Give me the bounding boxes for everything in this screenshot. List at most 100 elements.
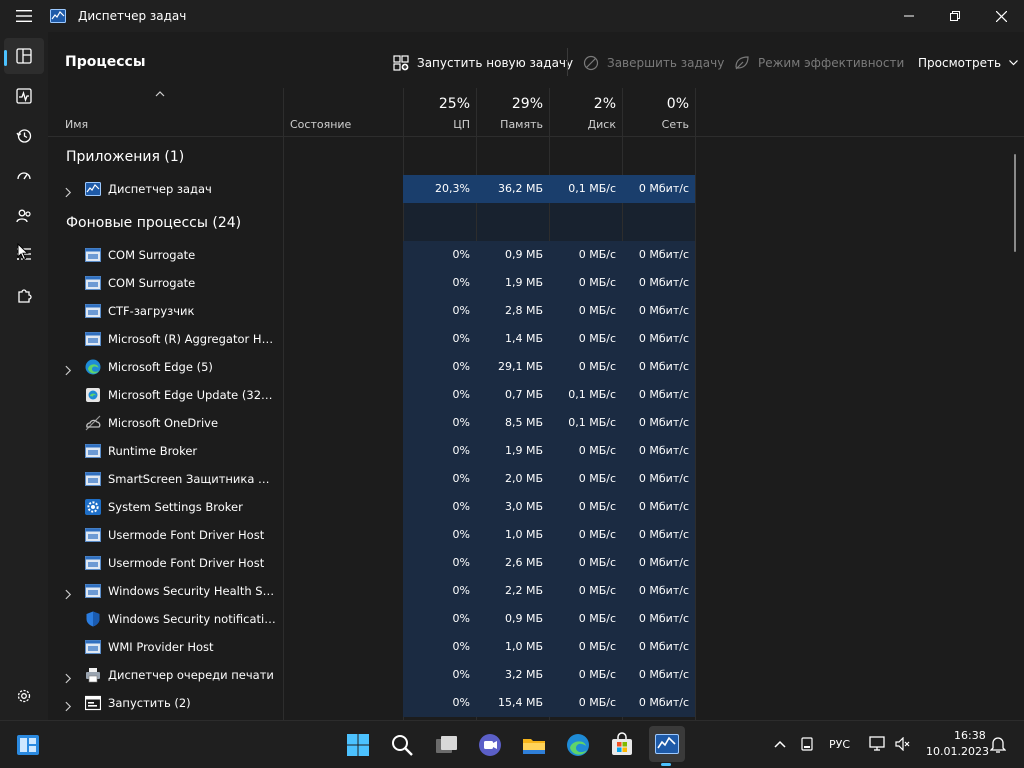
services-puzzle-icon bbox=[18, 289, 32, 303]
run-new-task-button[interactable]: Запустить новую задачу bbox=[393, 52, 573, 74]
clock-date[interactable]: 10.01.2023 bbox=[926, 745, 989, 758]
file-explorer-icon[interactable] bbox=[521, 732, 547, 758]
process-row[interactable]: Microsoft Edge (5) 0% 29,1 МБ 0 МБ/с 0 Мбит/… bbox=[48, 353, 1024, 381]
view-menu-button[interactable]: Просмотреть bbox=[918, 52, 1018, 74]
chevron-up-icon[interactable] bbox=[774, 740, 786, 748]
process-row[interactable]: System Settings Broker 0% 3,0 МБ 0 МБ/с 0 Мб… bbox=[48, 493, 1024, 521]
network-icon[interactable] bbox=[869, 736, 887, 752]
nav-settings[interactable] bbox=[4, 678, 44, 714]
process-row[interactable]: WMI Provider Host 0% 1,0 МБ 0 МБ/с 0 Мбит/с bbox=[48, 633, 1024, 661]
widgets-icon[interactable] bbox=[15, 732, 41, 758]
memory-cell: 2,8 МБ bbox=[476, 297, 549, 325]
header-disk[interactable]: 2% Диск bbox=[549, 88, 622, 136]
efficiency-mode-button[interactable]: Режим эффективности bbox=[734, 52, 904, 74]
network-cell: 0 Мбит/с bbox=[622, 689, 695, 717]
vertical-scrollbar[interactable] bbox=[1014, 154, 1016, 252]
nav-startup[interactable] bbox=[4, 158, 44, 194]
memory-cell: 1,0 МБ bbox=[476, 521, 549, 549]
memory-cell: 2,6 МБ bbox=[476, 549, 549, 577]
process-row[interactable]: Windows Security Health Servi... 0%2,2 МБ… bbox=[48, 577, 1024, 605]
nav-app-history[interactable] bbox=[4, 118, 44, 154]
taskbar-task-manager-button[interactable] bbox=[649, 726, 685, 762]
task-view-icon[interactable] bbox=[433, 732, 459, 758]
disk-cell: 0 МБ/с bbox=[549, 353, 622, 381]
minimize-button[interactable] bbox=[886, 0, 932, 32]
process-row[interactable]: Microsoft OneDrive 0% 8,5 МБ 0,1 МБ/с 0 Мбит… bbox=[48, 409, 1024, 437]
input-language[interactable]: РУС bbox=[829, 738, 850, 751]
notification-bell-icon[interactable] bbox=[990, 735, 1006, 753]
process-row[interactable]: COM Surrogate 0% 1,9 МБ 0 МБ/с 0 Мбит/с bbox=[48, 269, 1024, 297]
nav-processes[interactable] bbox=[4, 38, 44, 74]
expand-chevron-icon[interactable] bbox=[65, 585, 72, 604]
volume-muted-icon[interactable] bbox=[895, 737, 911, 751]
store-icon[interactable] bbox=[609, 732, 635, 758]
process-name: Запустить (2) bbox=[108, 696, 191, 710]
header-memory[interactable]: 29% Память bbox=[476, 88, 549, 136]
memory-cell: 29,1 МБ bbox=[476, 353, 549, 381]
process-row[interactable]: Windows Security notification... 0% 0,9 МБ… bbox=[48, 605, 1024, 633]
removable-drive-icon[interactable] bbox=[801, 737, 813, 751]
run-dialog-icon bbox=[84, 695, 102, 711]
start-windows-icon[interactable] bbox=[345, 732, 371, 758]
cpu-cell: 20,3% bbox=[403, 175, 476, 203]
process-row[interactable]: Runtime Broker 0% 1,9 МБ 0 МБ/с 0 Мбит/с bbox=[48, 437, 1024, 465]
window-app-icon bbox=[85, 471, 101, 487]
process-row[interactable]: Запустить (2) 0% 15,4 МБ 0 МБ/с 0 Мбит/с bbox=[48, 689, 1024, 717]
cpu-cell: 0% bbox=[403, 689, 476, 717]
group-title-background: Фоновые процессы (24) bbox=[66, 215, 242, 231]
header-network[interactable]: 0% Сеть bbox=[622, 88, 695, 136]
sort-up-icon bbox=[155, 91, 165, 97]
cpu-cell: 0% bbox=[403, 577, 476, 605]
search-icon[interactable] bbox=[389, 732, 415, 758]
process-row[interactable]: SmartScreen Защитника Win... 0% 2,0 МБ 0 МБ… bbox=[48, 465, 1024, 493]
process-row[interactable]: Microsoft Edge Update (32 би... 0% 0,7 МБ 0… bbox=[48, 381, 1024, 409]
process-row[interactable]: COM Surrogate 0% 0,9 МБ 0 МБ/с 0 Мбит/с bbox=[48, 241, 1024, 269]
cpu-cell: 0% bbox=[403, 493, 476, 521]
cpu-cell: 0% bbox=[403, 605, 476, 633]
process-row[interactable]: Usermode Font Driver Host 0% 1,0 МБ 0 МБ/с 0… bbox=[48, 521, 1024, 549]
network-cell: 0 Мбит/с bbox=[622, 549, 695, 577]
process-name: COM Surrogate bbox=[108, 248, 196, 262]
expand-chevron-icon[interactable] bbox=[65, 697, 72, 716]
process-row[interactable]: Диспетчер задач 20,3% 36,2 МБ 0,1 МБ/с 0 Мби… bbox=[48, 175, 1024, 203]
expand-chevron-icon[interactable] bbox=[65, 669, 72, 688]
end-task-button[interactable]: Завершить задачу bbox=[583, 52, 724, 74]
process-row[interactable]: Диспетчер очереди печати 0% 3,2 МБ 0 МБ/с 0 … bbox=[48, 661, 1024, 689]
disk-cell: 0 МБ/с bbox=[549, 521, 622, 549]
chat-icon[interactable] bbox=[477, 732, 503, 758]
edge-icon bbox=[85, 359, 101, 375]
window-app-icon bbox=[85, 583, 101, 599]
performance-chart-icon bbox=[16, 88, 32, 104]
memory-cell: 0,9 МБ bbox=[476, 605, 549, 633]
process-row[interactable]: CTF-загрузчик 0% 2,8 МБ 0 МБ/с 0 Мбит/с bbox=[48, 297, 1024, 325]
group-title-apps: Приложения (1) bbox=[66, 149, 185, 165]
shield-icon bbox=[85, 611, 101, 627]
speedometer-icon bbox=[17, 172, 31, 180]
process-name: Runtime Broker bbox=[108, 444, 198, 458]
edge-icon[interactable] bbox=[565, 732, 591, 758]
hamburger-menu-icon[interactable] bbox=[0, 0, 48, 32]
header-cpu[interactable]: 25% ЦП bbox=[403, 88, 476, 136]
nav-services[interactable] bbox=[4, 278, 44, 314]
expand-chevron-icon[interactable] bbox=[65, 361, 72, 380]
memory-cell: 3,0 МБ bbox=[476, 493, 549, 521]
header-name[interactable]: Имя bbox=[48, 88, 283, 136]
task-manager-icon bbox=[655, 734, 679, 754]
clock-time[interactable]: 16:38 bbox=[954, 729, 986, 742]
nav-performance[interactable] bbox=[4, 78, 44, 114]
minimize-icon bbox=[904, 15, 914, 17]
header-status[interactable]: Состояние bbox=[283, 88, 403, 136]
efficiency-mode-label: Режим эффективности bbox=[758, 56, 905, 70]
network-header-label: Сеть bbox=[661, 118, 689, 131]
close-button[interactable] bbox=[978, 0, 1024, 32]
process-name: Microsoft OneDrive bbox=[108, 416, 219, 430]
disk-cell: 0,1 МБ/с bbox=[549, 175, 622, 203]
process-row[interactable]: Microsoft (R) Aggregator Host 0% 1,4 МБ 0 М… bbox=[48, 325, 1024, 353]
history-icon bbox=[16, 129, 32, 143]
new-task-icon bbox=[393, 55, 409, 71]
memory-cell: 1,9 МБ bbox=[476, 437, 549, 465]
nav-users[interactable] bbox=[4, 198, 44, 234]
maximize-button[interactable] bbox=[932, 0, 978, 32]
expand-chevron-icon[interactable] bbox=[65, 183, 72, 202]
process-row[interactable]: Usermode Font Driver Host 0% 2,6 МБ 0 МБ/с 0… bbox=[48, 549, 1024, 577]
